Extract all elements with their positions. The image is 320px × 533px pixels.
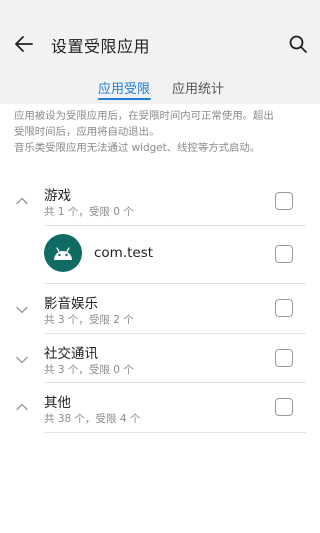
- description-text: 应用被设为受限应用后，在受限时间内可正常使用。超出 受限时间后，应用将自动退出。…: [14, 108, 310, 156]
- chevron-up-icon[interactable]: [14, 399, 30, 415]
- app-checkbox[interactable]: [275, 245, 293, 263]
- top-bar: 设置受限应用 应用受限 应用统计: [0, 0, 320, 104]
- category-subtitle: 共 3 个，受限 0 个: [44, 364, 134, 376]
- category-checkbox[interactable]: [275, 192, 293, 210]
- description-line: 受限时间后，应用将自动退出。: [14, 126, 160, 138]
- category-subtitle: 共 3 个，受限 2 个: [44, 314, 134, 326]
- chevron-down-icon[interactable]: [14, 302, 30, 318]
- arrow-left-icon: [15, 36, 33, 52]
- description-line: 应用被设为受限应用后，在受限时间内可正常使用。超出: [14, 110, 274, 122]
- tab-app-restriction[interactable]: 应用受限: [98, 78, 150, 97]
- divider: [44, 283, 306, 284]
- tab-app-statistics[interactable]: 应用统计: [172, 78, 224, 97]
- chevron-up-icon[interactable]: [14, 193, 30, 209]
- category-title: 社交通讯: [44, 346, 98, 362]
- back-button[interactable]: [10, 30, 38, 58]
- divider: [44, 333, 306, 334]
- divider: [44, 382, 306, 383]
- chevron-down-icon[interactable]: [14, 352, 30, 368]
- search-button[interactable]: [284, 30, 312, 58]
- tab-indicator: [98, 98, 151, 100]
- page-title: 设置受限应用: [51, 37, 151, 56]
- category-checkbox[interactable]: [275, 398, 293, 416]
- category-subtitle: 共 38 个，受限 4 个: [44, 413, 141, 425]
- divider: [44, 225, 306, 226]
- category-subtitle: 共 1 个，受限 0 个: [44, 206, 134, 218]
- category-title: 影音娱乐: [44, 296, 98, 312]
- divider: [44, 432, 306, 433]
- app-name: com.test: [94, 245, 154, 261]
- category-title: 其他: [44, 395, 71, 411]
- description-line: 音乐类受限应用无法通过 widget、线控等方式启动。: [14, 142, 261, 154]
- search-icon: [289, 35, 307, 53]
- category-checkbox[interactable]: [275, 299, 293, 317]
- category-checkbox[interactable]: [275, 349, 293, 367]
- category-title: 游戏: [44, 188, 71, 204]
- android-icon: [44, 234, 82, 272]
